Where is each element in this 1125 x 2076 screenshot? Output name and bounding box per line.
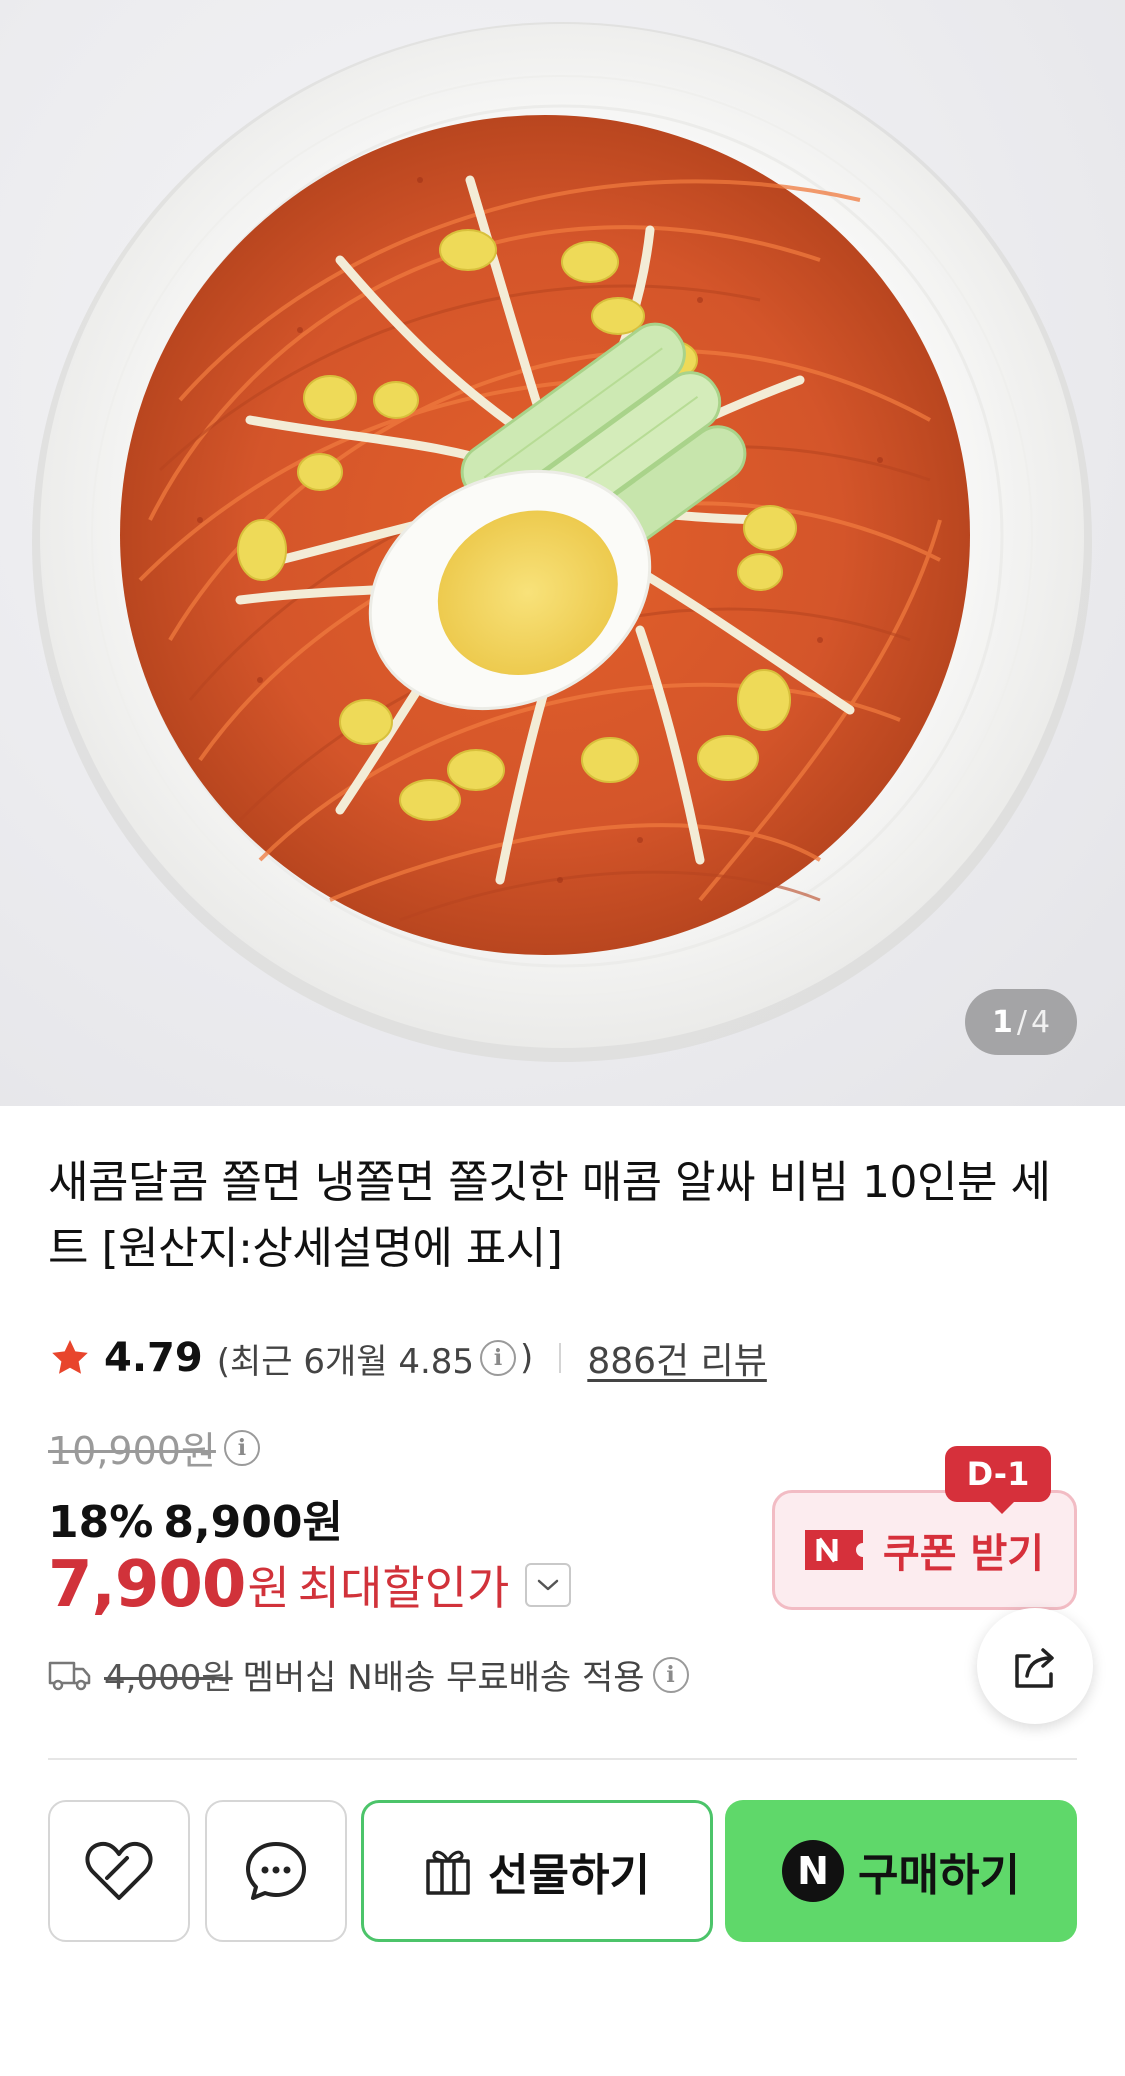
heart-icon bbox=[85, 1841, 153, 1900]
rating-row: 4.79 (최근 6개월 4.85 i ) 886건 리뷰 bbox=[48, 1330, 767, 1386]
buy-button[interactable]: N 구매하기 bbox=[725, 1800, 1077, 1942]
original-price-row: 10,900원 i bbox=[48, 1420, 260, 1475]
sale-price-row: 18% 8,900원 bbox=[48, 1486, 343, 1550]
max-discount-label: 최대할인가 bbox=[297, 1561, 510, 1615]
page-total: 4 bbox=[1030, 1004, 1051, 1040]
gift-icon bbox=[426, 1850, 470, 1895]
recent-rating-close: ) bbox=[520, 1338, 534, 1378]
star-icon bbox=[52, 1340, 88, 1374]
max-discount-price: 7,900 bbox=[48, 1548, 246, 1622]
section-divider bbox=[48, 1758, 1077, 1760]
sale-price: 8,900원 bbox=[163, 1497, 343, 1548]
divider bbox=[559, 1343, 562, 1373]
shipping-fee: 4,000원 bbox=[104, 1658, 233, 1698]
product-photo bbox=[32, 22, 1092, 1062]
discount-rate: 18% bbox=[48, 1497, 154, 1548]
naver-n-icon bbox=[804, 1530, 863, 1570]
coupon-label: 쿠폰 받기 bbox=[882, 1531, 1045, 1577]
product-image-gallery[interactable]: 1 / 4 bbox=[0, 0, 1125, 1106]
talk-button[interactable] bbox=[205, 1800, 347, 1942]
coupon-d-day-badge: D-1 bbox=[945, 1446, 1051, 1514]
original-price: 10,900원 bbox=[48, 1429, 216, 1473]
naver-n-icon: N bbox=[782, 1840, 845, 1902]
image-page-indicator: 1 / 4 bbox=[965, 989, 1077, 1055]
product-title: 새콤달콤 쫄면 냉쫄면 쫄깃한 매콤 알싸 비빔 10인분 세트 [원산지:상세… bbox=[48, 1157, 1051, 1274]
chevron-down-icon[interactable] bbox=[525, 1563, 572, 1607]
like-button[interactable] bbox=[48, 1800, 190, 1942]
page-separator: / bbox=[1016, 1004, 1027, 1040]
max-discount-unit: 원 bbox=[247, 1561, 290, 1615]
gift-label: 선물하기 bbox=[488, 1850, 650, 1901]
max-discount-row[interactable]: 7,900 원 최대할인가 bbox=[48, 1548, 572, 1622]
bottom-action-bar: 선물하기 N 구매하기 bbox=[0, 1766, 1125, 2076]
coupon-button[interactable]: 쿠폰 받기 bbox=[772, 1490, 1077, 1610]
review-count-link[interactable]: 886건 리뷰 bbox=[587, 1332, 767, 1384]
rating-score: 4.79 bbox=[104, 1335, 203, 1381]
shipping-text: 멤버십 N배송 무료배송 적용 bbox=[242, 1658, 645, 1698]
buy-label: 구매하기 bbox=[858, 1850, 1020, 1901]
price-info-icon[interactable]: i bbox=[223, 1429, 260, 1466]
shipping-info-icon[interactable]: i bbox=[652, 1656, 689, 1693]
chat-icon bbox=[246, 1842, 306, 1900]
gift-button[interactable]: 선물하기 bbox=[361, 1800, 713, 1942]
truck-icon bbox=[48, 1661, 91, 1690]
shipping-row: 4,000원 멤버십 N배송 무료배송 적용 i bbox=[48, 1650, 689, 1699]
page-current: 1 bbox=[991, 1004, 1013, 1040]
share-button[interactable] bbox=[977, 1608, 1093, 1724]
info-icon[interactable]: i bbox=[480, 1340, 517, 1376]
recent-rating-text: (최근 6개월 4.85 bbox=[216, 1341, 475, 1382]
recent-rating: (최근 6개월 4.85 i ) bbox=[217, 1334, 534, 1383]
share-icon bbox=[1015, 1648, 1054, 1688]
